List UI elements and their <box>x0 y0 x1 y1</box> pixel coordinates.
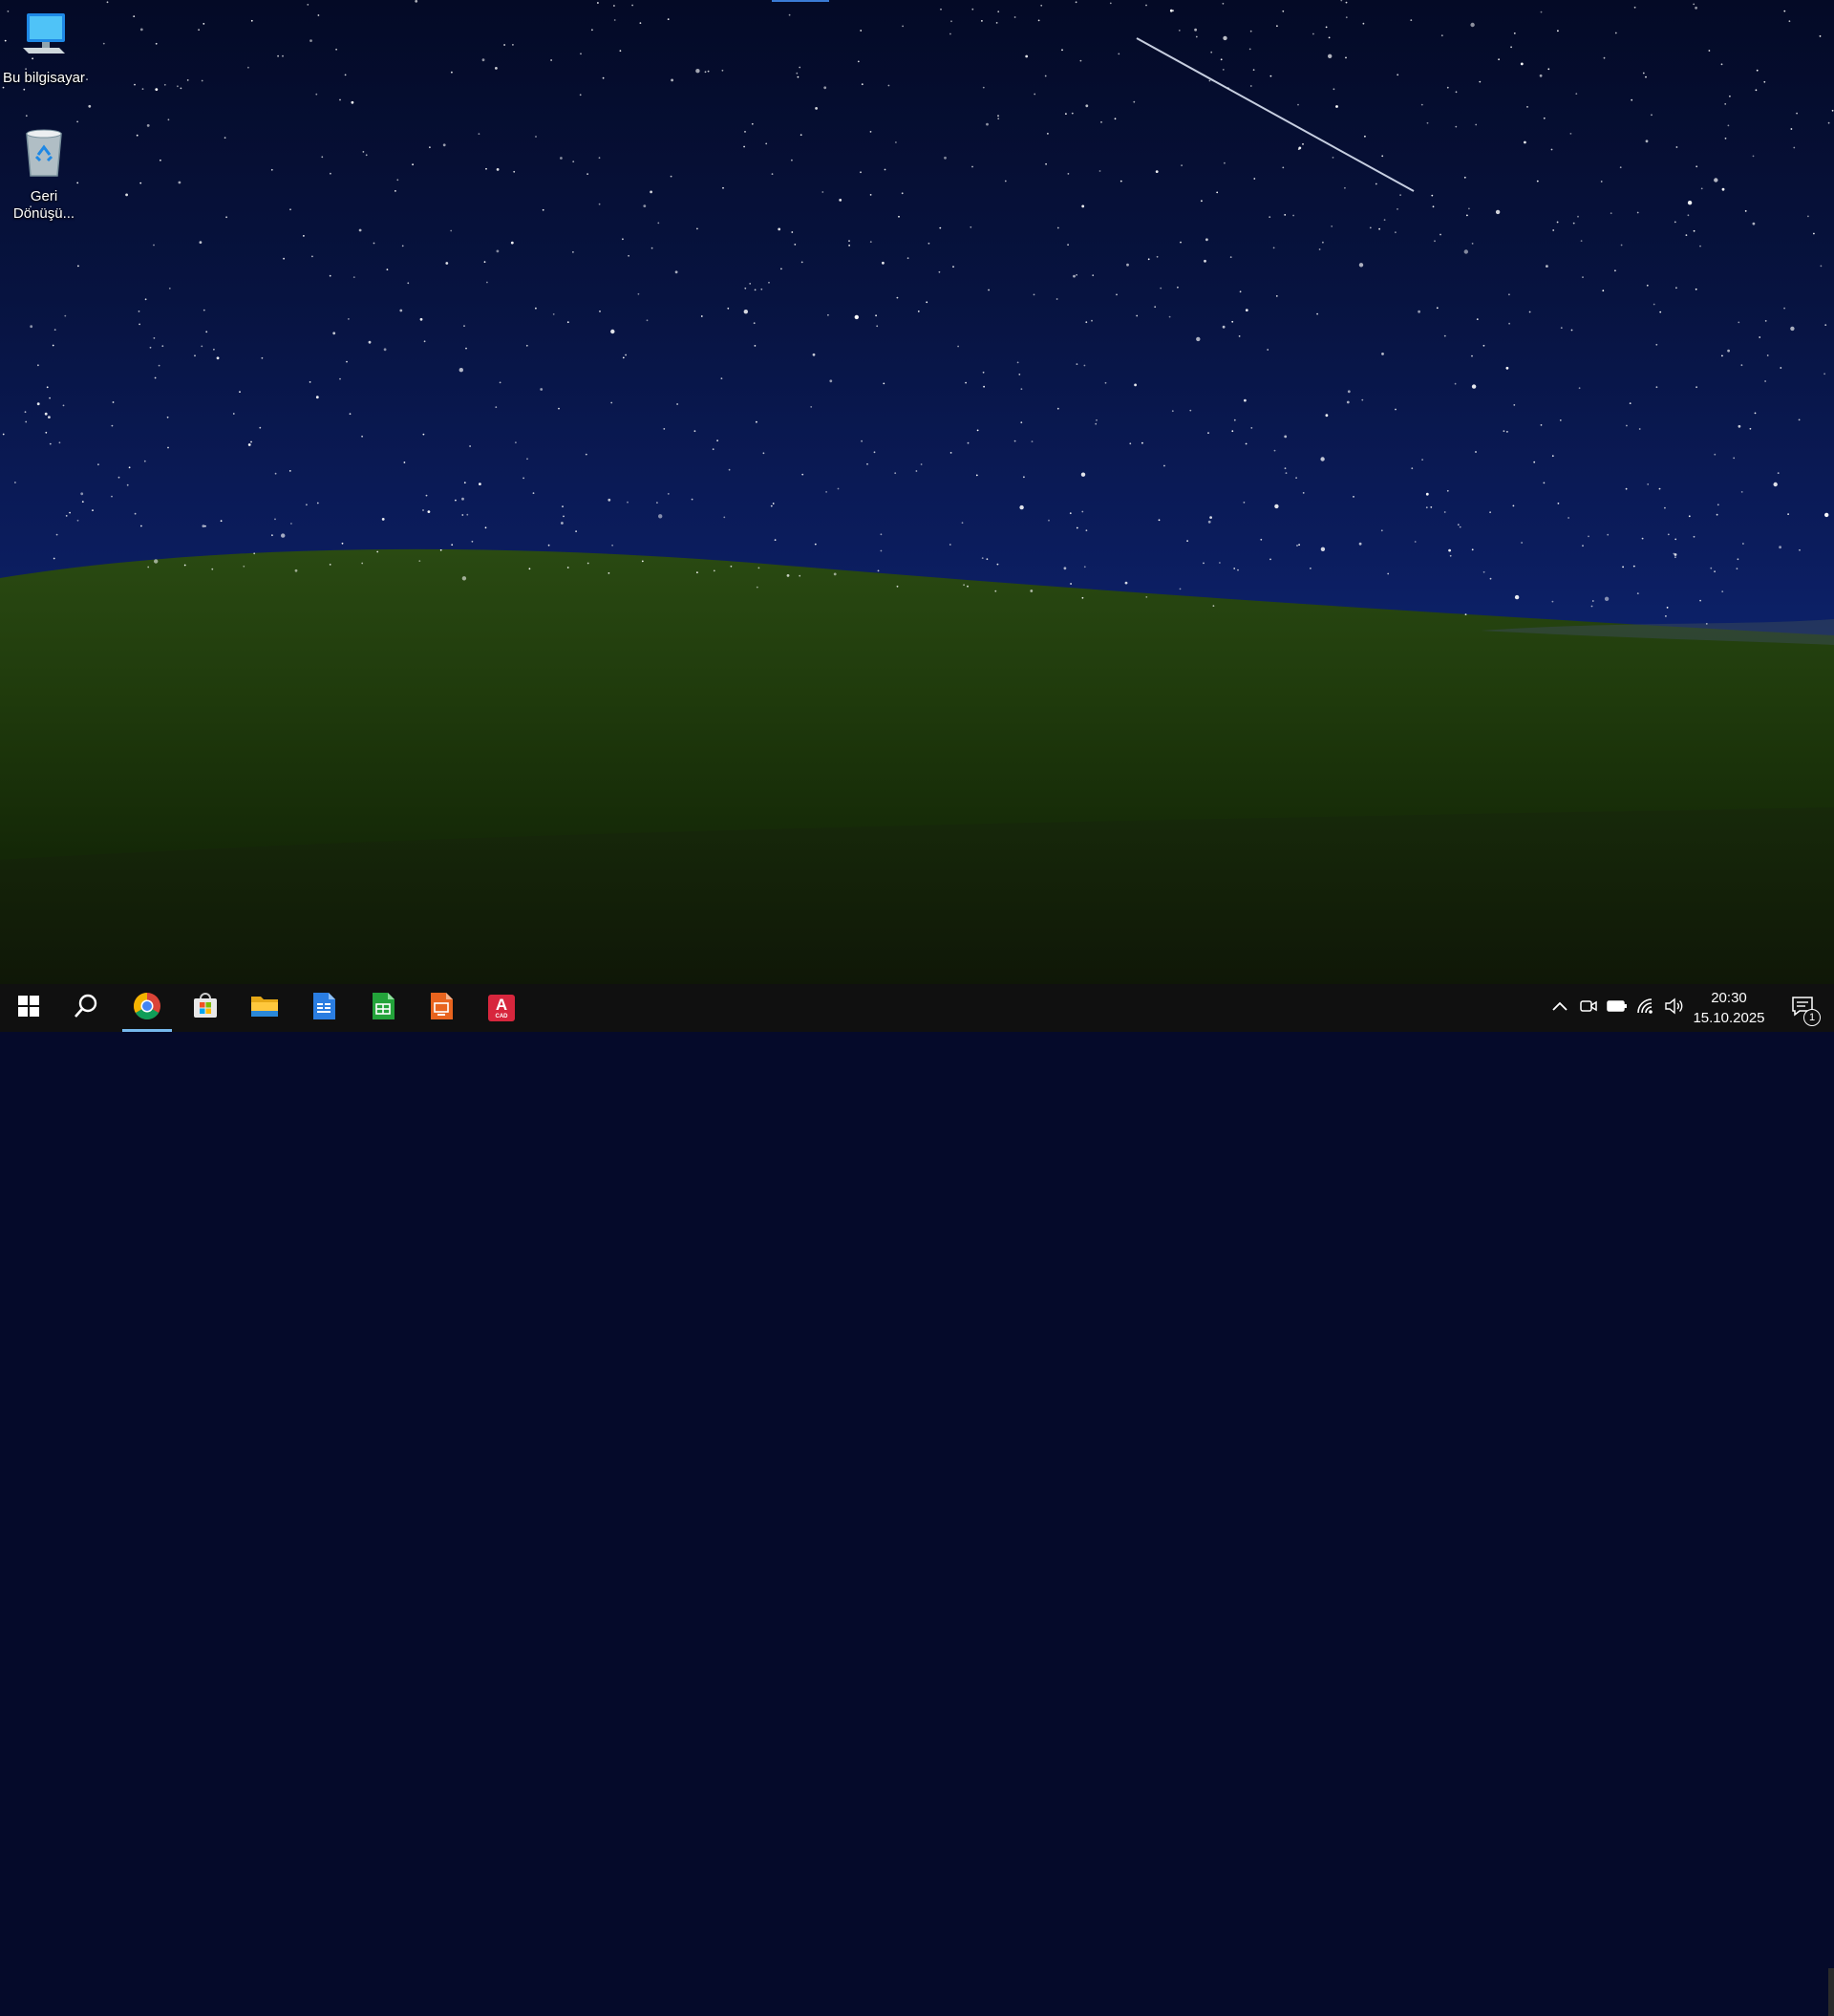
writer-document-button[interactable] <box>295 984 352 1032</box>
this-pc-icon <box>0 10 88 66</box>
meet-now-icon <box>1579 997 1598 1019</box>
presentation-button[interactable] <box>413 984 470 1032</box>
start-icon <box>18 995 39 1021</box>
show-desktop-button[interactable] <box>1828 1968 1834 2016</box>
cad-app-icon: A CAD <box>488 995 515 1021</box>
search-icon <box>73 993 99 1024</box>
wallpaper-stars <box>2 0 1834 625</box>
this-pc-shortcut[interactable]: Bu bilgisayar <box>0 10 88 87</box>
spreadsheet-button[interactable] <box>354 984 412 1032</box>
search-button[interactable] <box>57 984 115 1032</box>
recycle-bin-icon <box>0 124 88 184</box>
cad-app-button[interactable]: A CAD <box>473 984 530 1032</box>
wifi-icon <box>1636 997 1655 1019</box>
this-pc-label: Bu bilgisayar <box>3 70 85 86</box>
desktop-background[interactable]: Bu bilgisayar Geri Dönüşü... <box>0 0 1834 984</box>
clock-time: 20:30 <box>1711 990 1747 1006</box>
chevron-up-icon <box>1551 999 1568 1017</box>
start-button[interactable] <box>0 984 57 1032</box>
cad-app-letter: A <box>495 996 508 1014</box>
taskbar: A CAD 20:30 15.10.2025 1 <box>0 984 1834 2016</box>
chrome-taskbar-button[interactable] <box>118 984 176 1032</box>
top-edge-indicator <box>772 0 829 2</box>
clock-date: 15.10.2025 <box>1693 1010 1765 1026</box>
presentation-icon <box>429 992 454 1025</box>
microsoft-store-icon <box>192 992 219 1024</box>
chrome-icon <box>133 992 161 1025</box>
notification-count-badge: 1 <box>1803 1009 1821 1026</box>
writer-document-icon <box>311 992 336 1025</box>
cad-app-subtext: CAD <box>495 1014 508 1019</box>
network-button[interactable] <box>1635 997 1656 1019</box>
battery-icon <box>1607 999 1628 1018</box>
recycle-bin-shortcut[interactable]: Geri Dönüşü... <box>0 124 88 223</box>
recycle-bin-label: Geri Dönüşü... <box>12 188 75 222</box>
file-explorer-button[interactable] <box>236 984 293 1032</box>
file-explorer-icon <box>250 994 279 1023</box>
show-hidden-icons-button[interactable] <box>1549 998 1570 1018</box>
clock[interactable]: 20:30 15.10.2025 <box>1681 988 1777 1028</box>
meet-now-button[interactable] <box>1578 998 1599 1018</box>
battery-button[interactable] <box>1607 998 1628 1018</box>
spreadsheet-icon <box>371 992 395 1025</box>
action-center-button[interactable]: 1 <box>1779 984 1826 1032</box>
microsoft-store-button[interactable] <box>177 984 234 1032</box>
